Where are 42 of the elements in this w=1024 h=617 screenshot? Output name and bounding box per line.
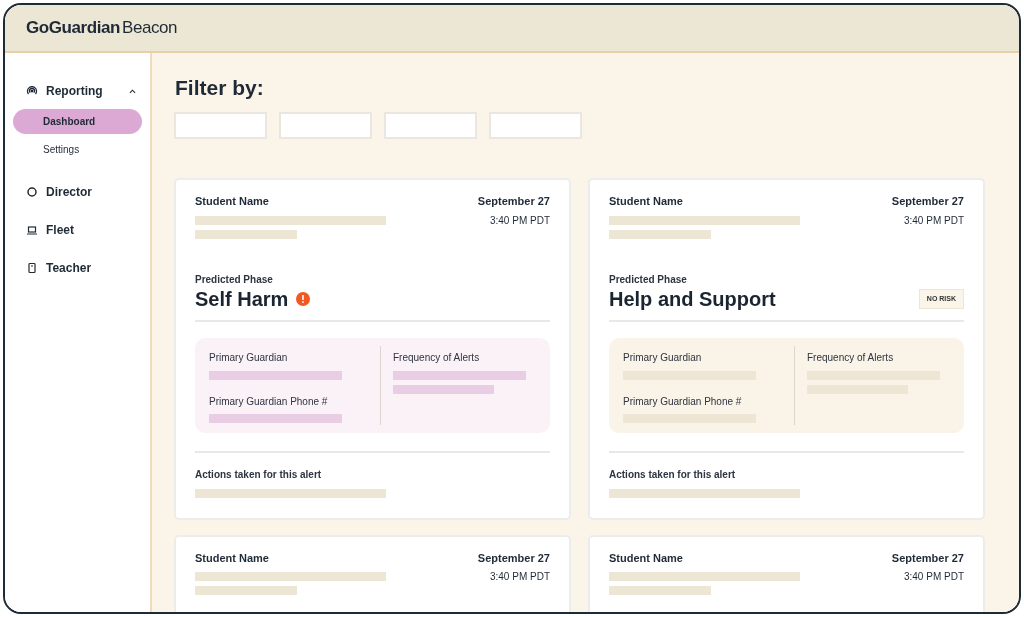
- student-name-label: Student Name: [609, 194, 684, 209]
- alert-date: September 27: [891, 194, 964, 209]
- nav-subitem[interactable]: Dashboard: [13, 109, 142, 134]
- student-name-label: Student Name: [195, 194, 270, 209]
- filter-field[interactable]: [279, 112, 372, 139]
- signal-icon: [26, 85, 38, 97]
- phase-title: Help and Support: [609, 286, 776, 312]
- filter-field[interactable]: [174, 112, 267, 139]
- alert-time: 3:40 PM PDT: [903, 213, 964, 228]
- nav-item[interactable]: Reporting: [13, 83, 142, 99]
- phase-label: Predicted Phase: [609, 272, 688, 287]
- alert-date: September 27: [477, 550, 550, 566]
- student-name-label: Student Name: [195, 550, 270, 566]
- circle-icon: [26, 186, 38, 198]
- phase-label: Predicted Phase: [195, 272, 274, 287]
- tablet-icon: [26, 262, 38, 274]
- alert-icon: [296, 292, 311, 306]
- filter-field[interactable]: [384, 112, 477, 139]
- alert-time: 3:40 PM PDT: [489, 570, 550, 584]
- alert-time: 3:40 PM PDT: [489, 213, 550, 228]
- laptop-icon: [26, 224, 38, 236]
- nav-item[interactable]: Teacher: [13, 260, 142, 276]
- phase-title: Self Harm: [195, 286, 289, 312]
- frequency-label: Frequency of Alerts: [393, 350, 481, 365]
- actions-label: Actions taken for this alert: [195, 467, 323, 482]
- chevron-up-icon[interactable]: [129, 88, 136, 94]
- student-name-label: Student Name: [609, 550, 684, 566]
- filter-title: Filter by:: [175, 77, 265, 98]
- guardian-label: Primary Guardian: [209, 350, 289, 365]
- actions-label: Actions taken for this alert: [609, 467, 737, 482]
- filter-field[interactable]: [489, 112, 582, 139]
- nav-subitem[interactable]: Settings: [13, 137, 142, 162]
- logo: GoGuardianBeacon: [26, 17, 178, 40]
- guardian-phone-label: Primary Guardian Phone #: [209, 394, 329, 409]
- frequency-label: Frequency of Alerts: [807, 350, 895, 365]
- alert-date: September 27: [891, 550, 964, 566]
- guardian-phone-label: Primary Guardian Phone #: [623, 394, 743, 409]
- alert-date: September 27: [477, 194, 550, 209]
- nav-item[interactable]: Director: [13, 184, 142, 200]
- guardian-label: Primary Guardian: [623, 350, 703, 365]
- nav-item[interactable]: Fleet: [13, 222, 142, 238]
- alert-time: 3:40 PM PDT: [903, 570, 964, 584]
